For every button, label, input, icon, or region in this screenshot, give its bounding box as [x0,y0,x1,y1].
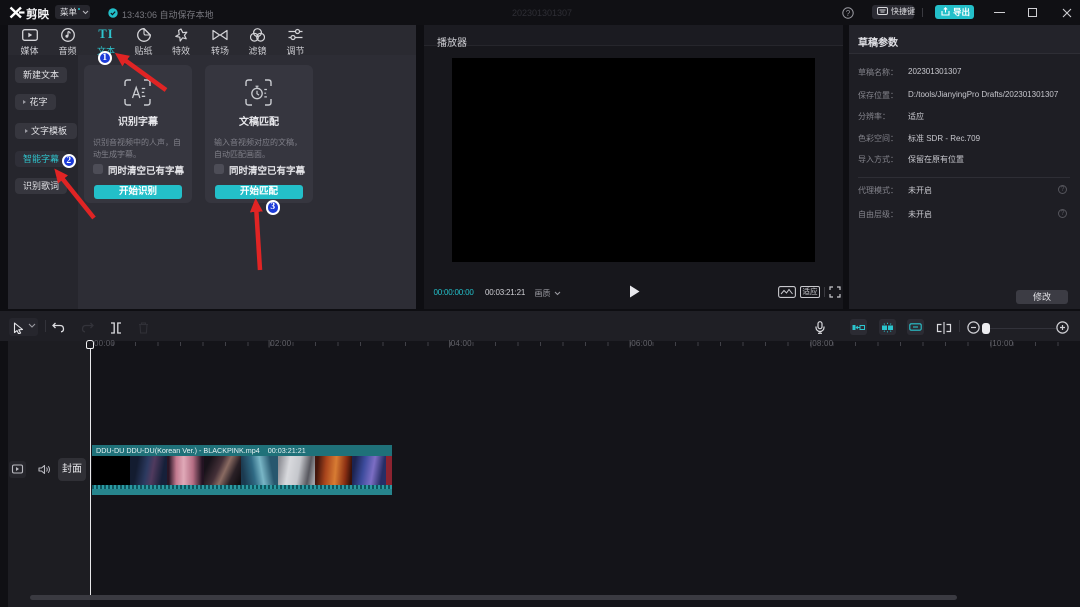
svg-text:?: ? [846,9,851,18]
